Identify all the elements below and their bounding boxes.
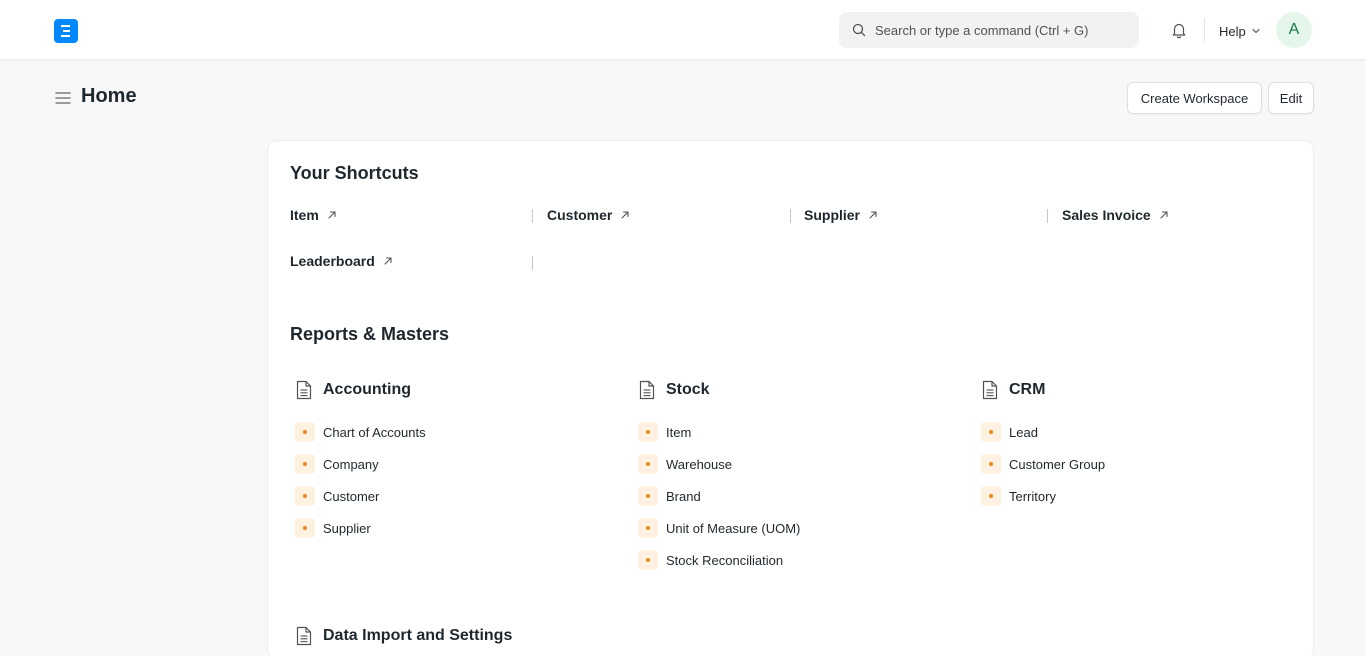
bullet-icon <box>295 422 315 442</box>
card-accounting: Accounting Chart of Accounts Company Cus… <box>290 378 620 550</box>
document-icon <box>296 380 312 400</box>
link-label: Customer <box>323 488 380 504</box>
card-title: Data Import and Settings <box>323 627 513 644</box>
shortcut-divider <box>1047 209 1048 223</box>
bullet-icon <box>295 454 315 474</box>
shortcut-item[interactable]: Item <box>290 207 337 223</box>
bullet-icon <box>638 454 658 474</box>
bullet-icon <box>638 486 658 506</box>
shortcut-leaderboard[interactable]: Leaderboard <box>290 253 393 269</box>
link-customer-group[interactable]: Customer Group <box>976 454 1306 474</box>
shortcut-label: Customer <box>547 207 613 223</box>
chevron-down-icon <box>1252 28 1260 34</box>
help-dropdown[interactable]: Help <box>1219 22 1261 40</box>
link-chart-of-accounts[interactable]: Chart of Accounts <box>290 422 620 442</box>
card-data-import-settings: Data Import and Settings <box>290 626 512 646</box>
create-workspace-button[interactable]: Create Workspace <box>1127 82 1262 114</box>
link-label: Stock Reconciliation <box>666 552 784 568</box>
shortcut-sales-invoice[interactable]: Sales Invoice <box>1062 207 1169 223</box>
link-warehouse[interactable]: Warehouse <box>633 454 963 474</box>
reports-title: Reports & Masters <box>290 324 450 344</box>
link-label: Item <box>666 424 692 440</box>
link-label: Company <box>323 456 379 472</box>
document-icon <box>296 626 312 646</box>
link-lead[interactable]: Lead <box>976 422 1306 442</box>
arrow-up-right-icon <box>384 257 392 265</box>
logo-icon <box>61 25 70 37</box>
link-stock-reconciliation[interactable]: Stock Reconciliation <box>633 550 963 570</box>
shortcut-label: Item <box>290 207 319 223</box>
bullet-icon <box>981 486 1001 506</box>
shortcut-label: Sales Invoice <box>1062 207 1151 223</box>
card-title: Stock <box>666 381 710 398</box>
link-label: Customer Group <box>1009 456 1106 472</box>
bullet-icon <box>981 454 1001 474</box>
notification-bell-icon[interactable] <box>1170 21 1188 39</box>
link-label: Territory <box>1009 488 1056 504</box>
shortcut-divider <box>790 209 791 223</box>
avatar-initial: A <box>1288 21 1300 38</box>
link-label: Supplier <box>323 520 371 536</box>
card-title: Accounting <box>323 381 411 398</box>
sidebar-toggle-icon[interactable] <box>54 89 72 107</box>
navbar-divider <box>1204 18 1205 42</box>
bullet-icon <box>638 550 658 570</box>
app-logo[interactable] <box>54 19 78 43</box>
shortcut-supplier[interactable]: Supplier <box>804 207 878 223</box>
link-supplier[interactable]: Supplier <box>290 518 620 538</box>
link-label: Chart of Accounts <box>323 424 426 440</box>
card-title: CRM <box>1009 381 1046 398</box>
card-stock: Stock Item Warehouse Brand Unit of Measu… <box>633 378 963 582</box>
workspace-card: Your Shortcuts Item Customer Supplier Sa… <box>267 140 1314 656</box>
link-label: Brand <box>666 488 701 504</box>
link-label: Lead <box>1009 424 1038 440</box>
link-item[interactable]: Item <box>633 422 963 442</box>
bullet-icon <box>295 486 315 506</box>
link-territory[interactable]: Territory <box>976 486 1306 506</box>
card-crm: CRM Lead Customer Group Territory <box>976 378 1306 518</box>
arrow-up-right-icon <box>869 211 877 219</box>
link-label: Warehouse <box>666 456 732 472</box>
link-customer[interactable]: Customer <box>290 486 620 506</box>
link-company[interactable]: Company <box>290 454 620 474</box>
bullet-icon <box>638 422 658 442</box>
shortcut-divider <box>532 209 533 223</box>
shortcut-divider <box>532 256 533 270</box>
link-uom[interactable]: Unit of Measure (UOM) <box>633 518 963 538</box>
arrow-up-right-icon <box>328 211 336 219</box>
edit-button[interactable]: Edit <box>1268 82 1314 114</box>
bullet-icon <box>981 422 1001 442</box>
user-avatar[interactable]: A <box>1276 12 1312 48</box>
search-icon <box>852 23 866 37</box>
shortcut-customer[interactable]: Customer <box>547 207 630 223</box>
shortcut-label: Leaderboard <box>290 253 375 269</box>
arrow-up-right-icon <box>1160 211 1168 219</box>
search-input[interactable] <box>875 22 1125 38</box>
arrow-up-right-icon <box>621 211 629 219</box>
shortcuts-title: Your Shortcuts <box>290 163 419 183</box>
page-title: Home <box>81 85 137 107</box>
document-icon <box>639 380 655 400</box>
document-icon <box>982 380 998 400</box>
bullet-icon <box>295 518 315 538</box>
bullet-icon <box>638 518 658 538</box>
navbar: Help A <box>0 0 1366 60</box>
link-brand[interactable]: Brand <box>633 486 963 506</box>
shortcut-label: Supplier <box>804 207 861 223</box>
help-label: Help <box>1219 23 1246 39</box>
link-label: Unit of Measure (UOM) <box>666 520 801 536</box>
search-bar[interactable] <box>839 12 1139 48</box>
